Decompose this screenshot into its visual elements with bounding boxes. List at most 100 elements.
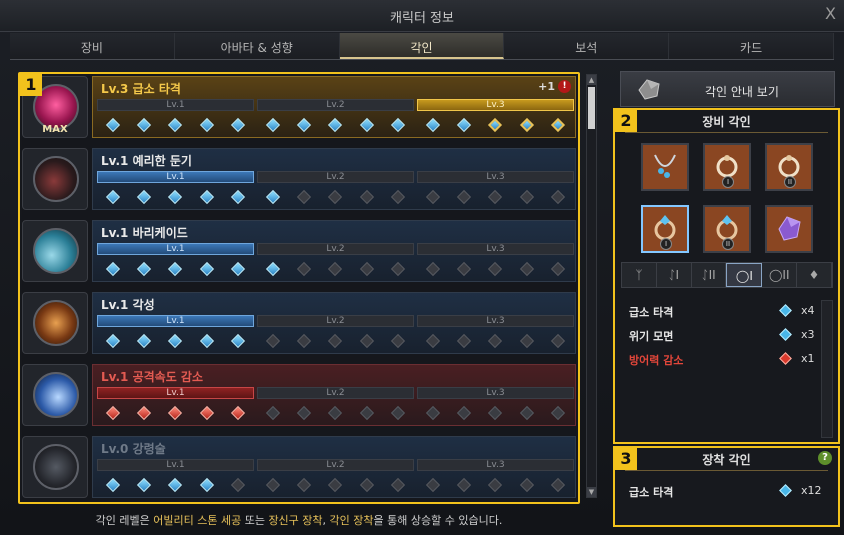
engraving-name: Lv.0 강령술 <box>101 442 166 456</box>
gem-icon <box>457 189 472 205</box>
gem-icon <box>297 405 312 421</box>
gem-icon <box>168 261 183 277</box>
engraving-scrollbar[interactable]: ▲ ▼ <box>586 74 597 498</box>
effect-count: x1 <box>801 352 815 365</box>
footer-text: , <box>322 514 330 527</box>
gem-icon <box>328 405 343 421</box>
gem-icon <box>137 405 152 421</box>
filter-ring-1[interactable]: ◯I <box>726 263 763 287</box>
engraving-emblem <box>22 148 88 210</box>
gem-icon <box>425 333 440 349</box>
engraving-info: Lv.1 바리케이드 Lv.1 Lv.2 Lv.3 <box>92 220 576 282</box>
gem-icon <box>457 405 472 421</box>
scroll-up-icon[interactable]: ▲ <box>587 75 596 85</box>
engraving-row[interactable]: Lv.1 각성 Lv.1 Lv.2 Lv.3 <box>22 290 576 354</box>
gem-row <box>417 405 574 421</box>
engraving-info: Lv.3 급소 타격 +1 ! Lv.1 Lv.2 Lv.3 <box>92 76 576 138</box>
gem-icon <box>105 117 120 133</box>
slot-earring-1[interactable]: I <box>703 143 751 191</box>
gem-icon <box>391 333 406 349</box>
level-bar: Lv.2 <box>257 99 414 111</box>
gem-icon <box>231 405 246 421</box>
engraving-emblem <box>22 220 88 282</box>
level-bar: Lv.3 <box>417 315 574 327</box>
level-bar: Lv.1 <box>97 99 254 111</box>
scroll-down-icon[interactable]: ▼ <box>587 487 596 497</box>
warning-icon[interactable]: ! <box>558 80 571 93</box>
gem-icon <box>199 333 214 349</box>
equipped-effect-list: 급소 타격 x12 <box>621 480 822 504</box>
gem-icon <box>137 117 152 133</box>
gem-icon <box>231 261 246 277</box>
slot-necklace[interactable] <box>641 143 689 191</box>
slot-ring-2[interactable]: II <box>703 205 751 253</box>
gem-icon <box>297 477 312 493</box>
gem-icon <box>231 189 246 205</box>
gem-icon <box>551 405 566 421</box>
gem-row <box>97 405 254 421</box>
help-icon[interactable]: ? <box>818 451 832 465</box>
filter-necklace[interactable]: ᛉ <box>622 263 657 287</box>
scroll-thumb[interactable] <box>588 87 595 129</box>
engraving-name: Lv.3 급소 타격 <box>101 82 181 96</box>
gem-icon <box>391 261 406 277</box>
level-bar: Lv.2 <box>257 171 414 183</box>
slot-earring-2[interactable]: II <box>765 143 813 191</box>
engraving-row[interactable]: Lv.1 예리한 둔기 Lv.1 Lv.2 Lv.3 <box>22 146 576 210</box>
tab-card[interactable]: 카드 <box>669 33 834 59</box>
gem-icon <box>168 117 183 133</box>
effect-scrollbar[interactable] <box>821 300 833 438</box>
level-bar: Lv.1 <box>97 459 254 471</box>
gem-icon <box>551 261 566 277</box>
effect-name: 급소 타격 <box>629 306 674 319</box>
engraving-guide-button[interactable]: 각인 안내 보기 <box>620 71 835 107</box>
engraving-row[interactable]: Lv.1 공격속도 감소 Lv.1 Lv.2 Lv.3 <box>22 362 576 426</box>
gem-icon <box>551 333 566 349</box>
level-bar: Lv.2 <box>257 459 414 471</box>
engraving-info: Lv.1 공격속도 감소 Lv.1 Lv.2 Lv.3 <box>92 364 576 426</box>
divider <box>625 132 828 133</box>
filter-ring-2[interactable]: ◯II <box>762 263 798 287</box>
close-icon[interactable]: X <box>825 4 836 23</box>
tab-equipment[interactable]: 장비 <box>10 33 175 59</box>
gem-icon <box>168 189 183 205</box>
gem-icon <box>359 333 374 349</box>
callout-2: 2 <box>615 110 637 132</box>
gem-icon <box>425 261 440 277</box>
gem-icon <box>328 333 343 349</box>
engraving-row[interactable]: Lv.1 바리케이드 Lv.1 Lv.2 Lv.3 <box>22 218 576 282</box>
tab-gem[interactable]: 보석 <box>504 33 670 59</box>
gem-icon <box>425 189 440 205</box>
equip-effect-list: 급소 타격 x4 위기 모면 x3 방어력 감소 x1 <box>621 300 821 372</box>
main-tabs: 장비 아바타 & 성향 각인 보석 카드 <box>10 33 834 60</box>
gem-icon <box>359 261 374 277</box>
equipment-engraving-panel: 2 장비 각인 I II I II ᛉ ᛇI ᛇII ◯I ◯II ♦ 급소 타… <box>613 108 840 444</box>
gem-icon <box>265 405 280 421</box>
gem-icon <box>425 117 440 133</box>
slot-badge: I <box>722 176 734 188</box>
gem-icon <box>488 405 503 421</box>
effect-name: 급소 타격 <box>629 486 674 499</box>
engraving-row[interactable]: MAX Lv.3 급소 타격 +1 ! Lv.1 Lv.2 Lv.3 <box>22 74 576 138</box>
effect-count: x4 <box>801 304 815 317</box>
gem-icon <box>519 405 534 421</box>
title-bar[interactable]: 캐릭터 정보 X <box>0 0 844 32</box>
filter-earring-1[interactable]: ᛇI <box>656 263 692 287</box>
slot-ring-1[interactable]: I <box>641 205 689 253</box>
tab-engraving[interactable]: 각인 <box>339 33 505 59</box>
footer-highlight: 각인 장착 <box>329 514 374 527</box>
gem-icon <box>425 405 440 421</box>
tab-avatar[interactable]: 아바타 & 성향 <box>174 33 340 59</box>
gem-icon <box>391 477 406 493</box>
gem-row <box>97 261 254 277</box>
gem-icon <box>297 117 312 133</box>
slot-ability-stone[interactable] <box>765 205 813 253</box>
gem-icon <box>488 333 503 349</box>
filter-earring-2[interactable]: ᛇII <box>691 263 727 287</box>
gem-icon <box>137 333 152 349</box>
gem-icon <box>457 333 472 349</box>
list-item: 위기 모면 x3 <box>621 324 821 348</box>
filter-stone[interactable]: ♦ <box>797 263 832 287</box>
engraving-row[interactable]: Lv.0 강령술 Lv.1 Lv.2 Lv.3 <box>22 434 576 498</box>
gem-row <box>257 477 414 493</box>
